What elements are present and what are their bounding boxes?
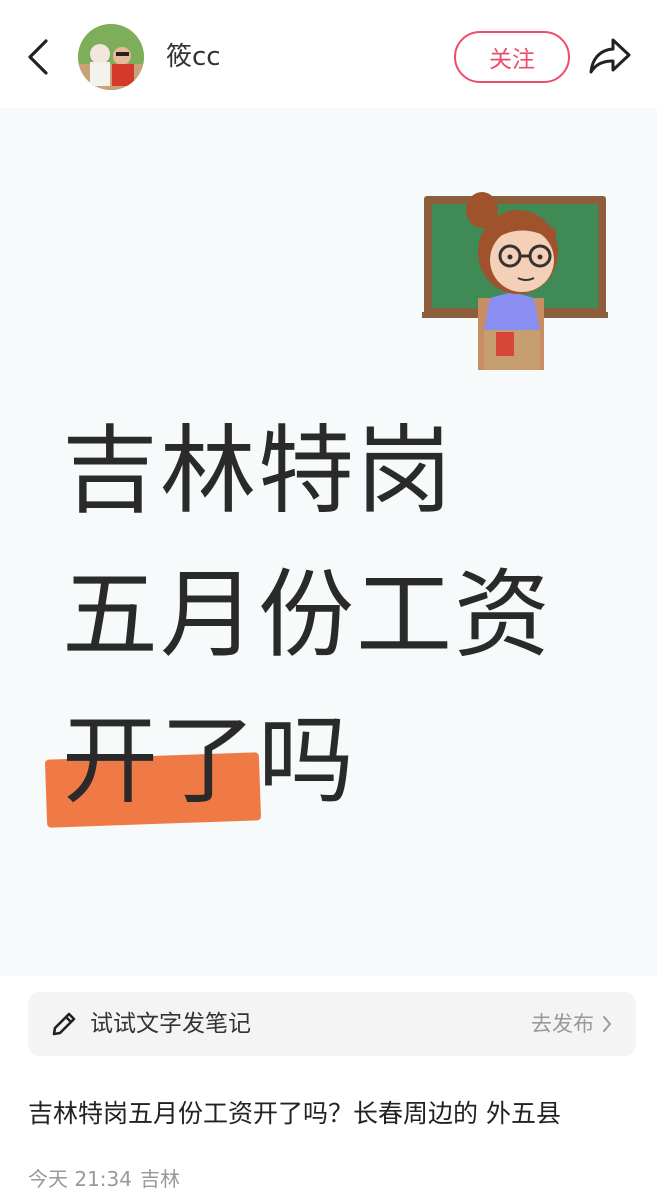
follow-button[interactable]: 关注	[454, 31, 570, 83]
pencil-icon	[52, 1012, 76, 1036]
post-meta: 今天 21:34 吉林	[28, 1164, 180, 1194]
chevron-right-icon	[603, 1016, 611, 1032]
compose-prompt-bar[interactable]: 试试文字发笔记 去发布	[28, 992, 636, 1056]
cover-title-rest: 吗	[258, 705, 356, 817]
cover-title-line1: 吉林特岗	[62, 415, 454, 527]
post-title: 吉林特岗五月份工资开了吗？长春周边的 外五县	[28, 1099, 561, 1128]
teacher-illustration	[422, 192, 608, 370]
cover-title-line3: 开了吗	[62, 706, 356, 816]
post-location: 吉林	[140, 1167, 180, 1191]
cover-title-line2: 五月份工资	[62, 559, 552, 671]
share-button[interactable]	[585, 33, 635, 79]
chevron-left-icon	[28, 39, 48, 75]
back-button[interactable]	[18, 34, 58, 80]
share-arrow-icon	[589, 38, 631, 74]
cover-image[interactable]: 吉林特岗 五月份工资 开了吗	[0, 108, 657, 976]
post-time: 今天 21:34	[28, 1167, 132, 1191]
go-publish-label: 去发布	[531, 1012, 594, 1036]
go-publish-link[interactable]: 去发布	[531, 1009, 612, 1039]
compose-label: 试试文字发笔记	[90, 1011, 251, 1037]
avatar[interactable]	[78, 24, 144, 90]
top-nav-bar: 筱cc 关注	[0, 0, 657, 108]
cover-title-highlighted: 开了	[62, 705, 258, 817]
author-name[interactable]: 筱cc	[166, 40, 221, 74]
